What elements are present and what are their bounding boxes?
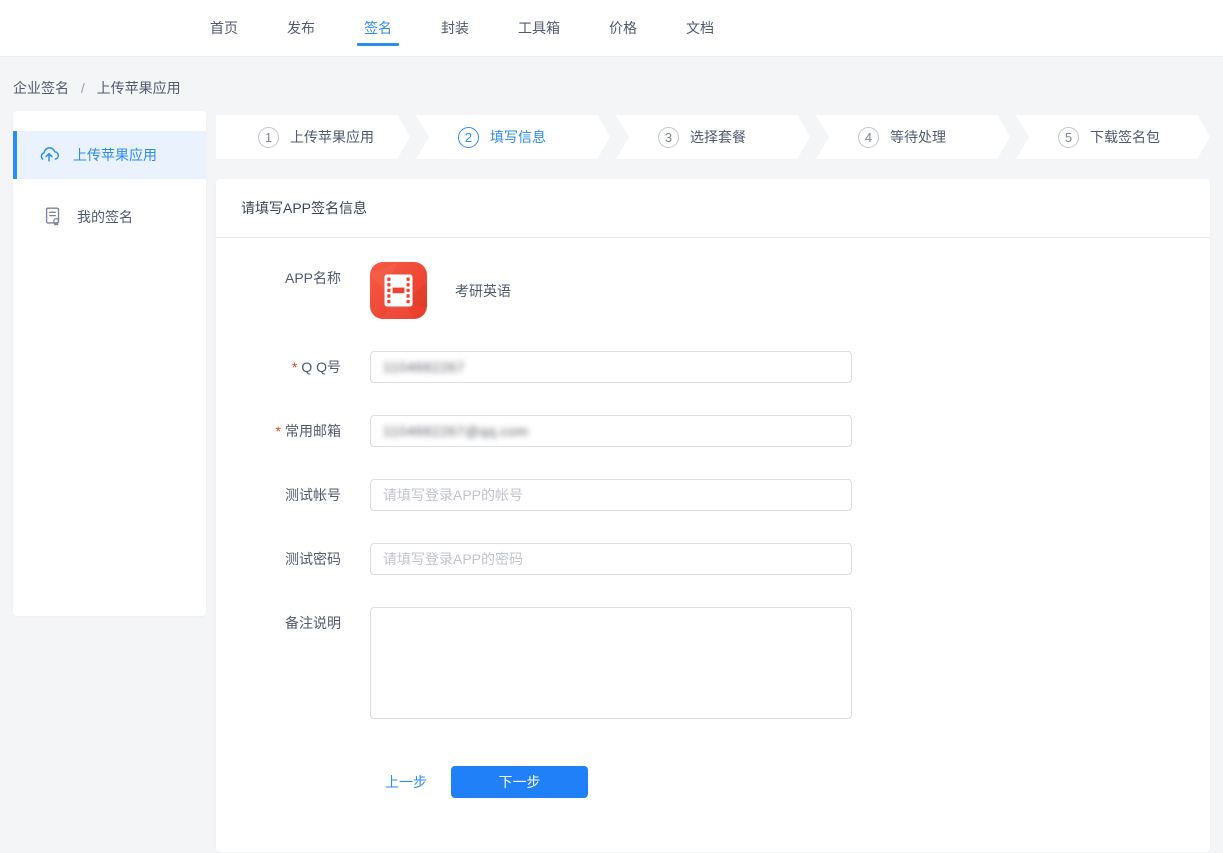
step-number: 4 — [858, 127, 879, 148]
test-password-row: 测试密码 — [216, 543, 1210, 575]
form-panel: 请填写APP签名信息 APP名称 — [216, 179, 1210, 852]
form-actions: 上一步 下一步 — [216, 766, 1210, 798]
email-label: *常用邮箱 — [216, 415, 341, 447]
test-password-label: 测试密码 — [216, 543, 341, 575]
sidebar-item-label: 上传苹果应用 — [73, 145, 157, 165]
breadcrumb-parent[interactable]: 企业签名 — [13, 80, 69, 96]
remark-textarea[interactable] — [370, 607, 852, 719]
main-content: 1 上传苹果应用 2 填写信息 3 选择套餐 4 等待处理 5 下载签名包 请填… — [216, 111, 1210, 852]
nav-item-docs[interactable]: 文档 — [686, 0, 714, 56]
sidebar-item-my-signatures[interactable]: 我的签名 — [13, 193, 206, 241]
step-number: 1 — [258, 127, 279, 148]
sidebar-item-upload-ios-app[interactable]: 上传苹果应用 — [13, 131, 206, 179]
required-asterisk: * — [276, 423, 281, 439]
step-label: 选择套餐 — [690, 127, 746, 147]
test-account-label: 测试帐号 — [216, 479, 341, 511]
wizard-stepper: 1 上传苹果应用 2 填写信息 3 选择套餐 4 等待处理 5 下载签名包 — [216, 115, 1210, 159]
email-row: *常用邮箱 1104682267@qq.com — [216, 415, 1210, 447]
signature-info-form: APP名称 — [216, 238, 1210, 798]
remark-row: 备注说明 — [216, 607, 1210, 722]
test-account-row: 测试帐号 — [216, 479, 1210, 511]
app-name-label: APP名称 — [216, 262, 341, 294]
breadcrumb: 企业签名 / 上传苹果应用 — [0, 57, 1223, 111]
top-navigation: 首页 发布 签名 封装 工具箱 价格 文档 — [0, 0, 1223, 57]
sidebar-item-label: 我的签名 — [77, 207, 133, 227]
email-input[interactable]: 1104682267@qq.com — [370, 415, 852, 447]
next-step-button[interactable]: 下一步 — [451, 766, 588, 798]
step-number: 2 — [458, 127, 479, 148]
step-2-fill-info: 2 填写信息 — [416, 115, 610, 159]
step-label: 填写信息 — [490, 127, 546, 147]
app-name-row: APP名称 — [216, 262, 1210, 319]
email-blurred-value: 1104682267@qq.com — [383, 423, 528, 439]
qq-label: *Q Q号 — [216, 351, 341, 383]
panel-title: 请填写APP签名信息 — [216, 179, 1210, 238]
step-5-download-package: 5 下载签名包 — [1016, 115, 1210, 159]
breadcrumb-current: 上传苹果应用 — [97, 80, 181, 96]
nav-item-sign[interactable]: 签名 — [364, 0, 392, 56]
app-name-value: 考研英语 — [455, 281, 511, 301]
step-4-wait-processing: 4 等待处理 — [816, 115, 1010, 159]
sidebar: 上传苹果应用 我的签名 — [13, 111, 206, 616]
nav-item-price[interactable]: 价格 — [609, 0, 637, 56]
step-number: 5 — [1058, 127, 1079, 148]
test-account-input[interactable] — [370, 479, 852, 511]
signature-doc-icon — [42, 205, 64, 230]
step-3-choose-plan: 3 选择套餐 — [616, 115, 810, 159]
qq-row: *Q Q号 1104682267 — [216, 351, 1210, 383]
step-label: 下载签名包 — [1090, 127, 1160, 147]
nav-item-publish[interactable]: 发布 — [287, 0, 315, 56]
test-password-input[interactable] — [370, 543, 852, 575]
previous-step-button[interactable]: 上一步 — [385, 772, 427, 792]
qq-blurred-value: 1104682267 — [383, 359, 465, 375]
qq-input[interactable]: 1104682267 — [370, 351, 852, 383]
required-asterisk: * — [292, 359, 297, 375]
breadcrumb-separator: / — [81, 80, 85, 96]
remark-label: 备注说明 — [216, 607, 341, 633]
step-label: 上传苹果应用 — [290, 127, 374, 147]
cloud-upload-icon — [38, 143, 60, 168]
step-1-upload-app: 1 上传苹果应用 — [216, 115, 410, 159]
nav-item-package[interactable]: 封装 — [441, 0, 469, 56]
film-app-icon — [370, 262, 427, 319]
step-label: 等待处理 — [890, 127, 946, 147]
nav-item-toolbox[interactable]: 工具箱 — [518, 0, 560, 56]
nav-item-home[interactable]: 首页 — [210, 0, 238, 56]
step-number: 3 — [658, 127, 679, 148]
